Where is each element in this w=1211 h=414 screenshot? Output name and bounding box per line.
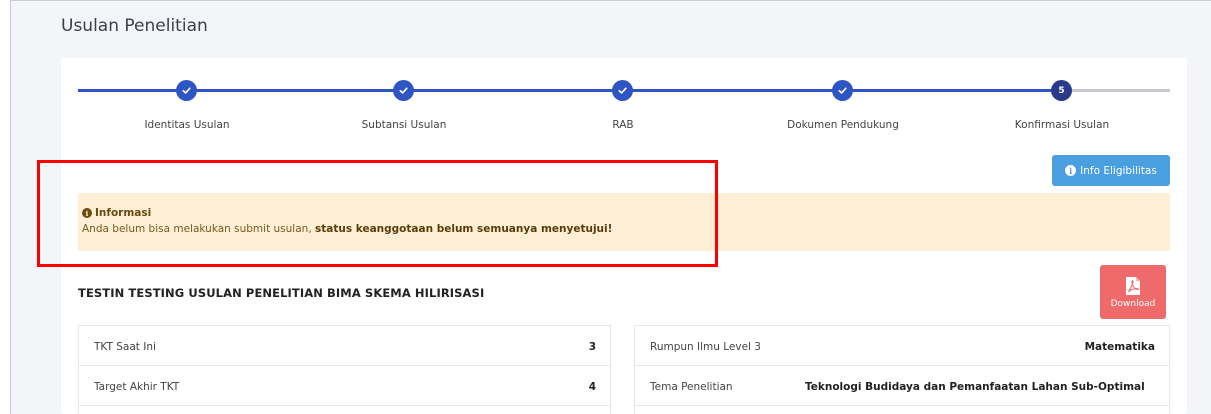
step-label-dokumen[interactable]: Dokumen Pendukung <box>787 119 899 131</box>
step-5-number[interactable]: 5 <box>1051 80 1072 101</box>
table-row: Target Akhir TKT 4 <box>79 366 610 406</box>
detail-value: Matematika <box>1084 341 1155 353</box>
info-eligibilitas-button[interactable]: i Info Eligibilitas <box>1052 155 1170 186</box>
step-label-identitas[interactable]: Identitas Usulan <box>144 119 229 131</box>
step-label-rab[interactable]: RAB <box>612 119 633 131</box>
table-row: Tema Penelitian Teknologi Budidaya dan P… <box>635 366 1169 406</box>
info-eligibilitas-label: Info Eligibilitas <box>1080 164 1157 177</box>
step-3-check-icon[interactable] <box>612 80 633 101</box>
detail-label: TKT Saat Ini <box>94 341 156 353</box>
detail-value: 3 <box>588 341 596 353</box>
step-2-check-icon[interactable] <box>393 80 414 101</box>
detail-label: Tema Penelitian <box>650 381 733 393</box>
step-1-check-icon[interactable] <box>176 80 197 101</box>
detail-value: 4 <box>588 381 596 393</box>
stepper-progress-line <box>78 89 1052 92</box>
table-row: Rumpun Ilmu Level 3 Matematika <box>635 326 1169 366</box>
highlight-box <box>37 160 718 267</box>
download-pdf-button[interactable]: Download <box>1100 265 1166 319</box>
detail-value: Teknologi Budidaya dan Pemanfaatan Lahan… <box>805 381 1145 393</box>
pdf-file-icon <box>1126 276 1140 295</box>
details-table-left: TKT Saat Ini 3 Target Akhir TKT 4 <box>78 325 611 414</box>
detail-label: Target Akhir TKT <box>94 381 180 393</box>
table-row: TKT Saat Ini 3 <box>79 326 610 366</box>
download-label: Download <box>1110 298 1156 309</box>
info-circle-icon: i <box>1065 165 1077 176</box>
step-4-check-icon[interactable] <box>832 80 853 101</box>
detail-label: Rumpun Ilmu Level 3 <box>650 341 761 353</box>
page-title: Usulan Penelitian <box>61 16 208 36</box>
proposal-title: TESTIN TESTING USULAN PENELITIAN BIMA SK… <box>78 286 485 300</box>
details-table-right: Rumpun Ilmu Level 3 Matematika Tema Pene… <box>634 325 1170 414</box>
step-label-subtansi[interactable]: Subtansi Usulan <box>362 119 447 131</box>
step-label-konfirmasi[interactable]: Konfirmasi Usulan <box>1015 119 1109 131</box>
